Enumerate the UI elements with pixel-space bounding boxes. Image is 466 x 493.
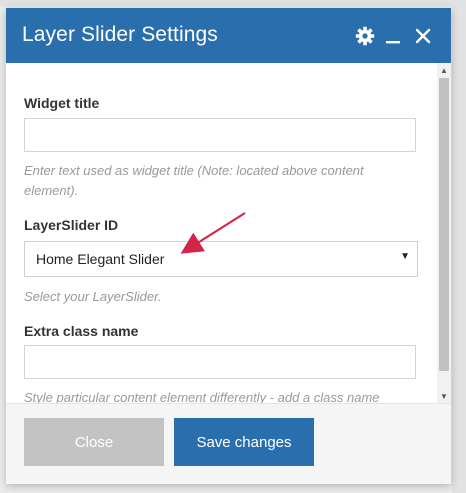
widget-title-label: Widget title — [24, 95, 100, 111]
close-button[interactable]: Close — [24, 418, 164, 466]
chevron-down-icon: ▼ — [400, 251, 410, 262]
extra-class-label: Extra class name — [24, 323, 139, 339]
minimize-icon[interactable] — [382, 8, 404, 63]
layer-slider-settings-dialog: Layer Slider Settings Widget title Enter… — [6, 8, 451, 484]
dialog-titlebar[interactable]: Layer Slider Settings — [6, 8, 451, 63]
layerslider-id-help: Select your LayerSlider. — [24, 289, 162, 304]
save-changes-button[interactable]: Save changes — [174, 418, 314, 466]
gear-icon[interactable] — [352, 8, 378, 63]
widget-title-input[interactable] — [24, 118, 416, 152]
widget-title-help: Enter text used as widget title (Note: l… — [24, 163, 364, 198]
extra-class-help: Style particular content element differe… — [24, 390, 380, 403]
close-icon[interactable] — [410, 8, 436, 63]
dialog-body: Widget title Enter text used as widget t… — [6, 63, 451, 403]
dialog-footer: Close Save changes — [6, 403, 451, 484]
layerslider-id-label: LayerSlider ID — [24, 217, 119, 233]
scroll-down-arrow-icon[interactable]: ▼ — [437, 389, 451, 403]
scroll-up-arrow-icon[interactable]: ▲ — [437, 63, 451, 77]
vertical-scrollbar[interactable]: ▲ ▼ — [437, 63, 451, 403]
dialog-title: Layer Slider Settings — [22, 23, 218, 46]
layerslider-id-selected: Home Elegant Slider — [36, 251, 165, 267]
layerslider-id-select[interactable]: Home Elegant Slider ▼ — [24, 241, 418, 277]
extra-class-input[interactable] — [24, 345, 416, 379]
scrollbar-thumb[interactable] — [439, 78, 449, 371]
